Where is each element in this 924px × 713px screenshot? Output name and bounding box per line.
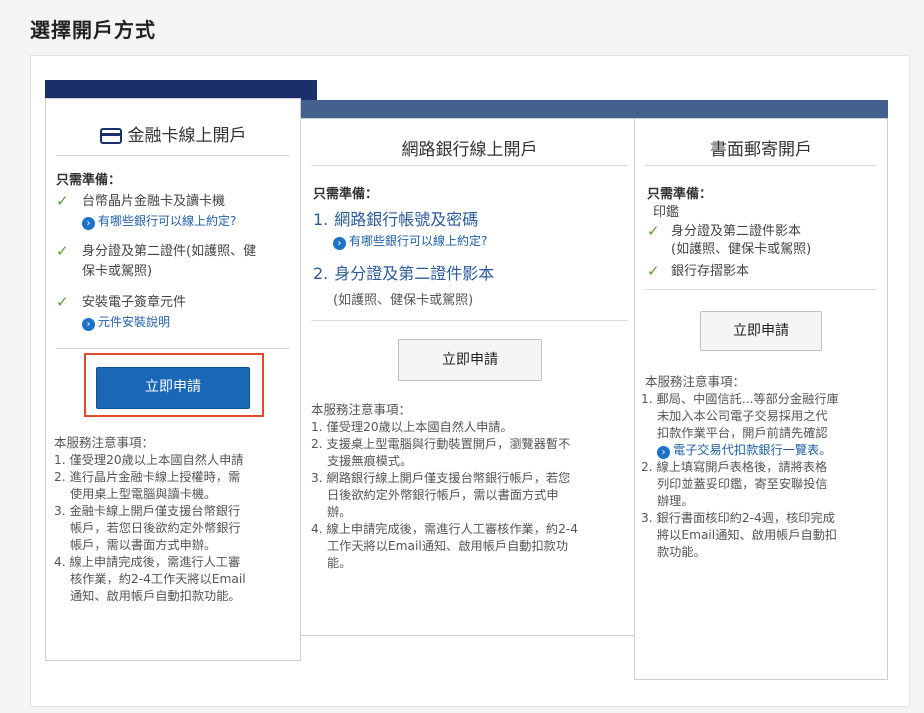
- prep-item: 印鑑: [653, 205, 680, 220]
- note-item: 2. 線上填寫開戶表格後，請將表格 列印並蓋妥印鑑，寄至安聯投信 辦理。: [641, 460, 828, 508]
- card-title: 金融卡線上開戶: [127, 126, 247, 146]
- link-banks-online[interactable]: › 有哪些銀行可以線上約定?: [333, 233, 487, 250]
- prep-item: 2. 身分證及第二證件影本: [313, 264, 495, 283]
- card-title-row: 金融卡線上開戶: [46, 121, 300, 149]
- arrow-right-circle-icon: ›: [333, 237, 346, 250]
- link-install-guide[interactable]: › 元件安裝說明: [82, 314, 170, 331]
- check-icon: ✓: [56, 242, 69, 260]
- prep-label: 只需準備：: [647, 187, 713, 202]
- prep-item: 保卡或駕照): [82, 264, 153, 279]
- divider: [56, 348, 290, 349]
- check-icon: ✓: [647, 222, 660, 240]
- divider: [311, 165, 628, 166]
- prep-item: 台幣晶片金融卡及讀卡機: [82, 194, 226, 209]
- note-item: 2. 支援桌上型電腦與行動裝置開戶，瀏覽器暫不 支援無痕模式。: [311, 437, 571, 468]
- card-title: 書面郵寄開戶: [710, 140, 812, 160]
- prep-label: 只需準備：: [56, 173, 122, 188]
- divider: [645, 289, 877, 290]
- card-icon: [99, 128, 122, 149]
- prep-item-sub: (如護照、健保卡或駕照): [333, 293, 474, 308]
- notes-list: 1. 郵局、中國信託...等部分金融行庫 未加入本公司電子交易採用之代 扣款作業…: [641, 391, 887, 561]
- arrow-right-circle-icon: ›: [82, 217, 95, 230]
- notes-title: 本服務注意事項：: [311, 402, 412, 417]
- note-item: 1. 僅受理20歲以上本國自然人申請: [54, 453, 244, 467]
- note-item: 1. 僅受理20歲以上本國自然人申請。: [311, 420, 513, 434]
- arrow-right-circle-icon: ›: [657, 446, 670, 459]
- link-banks-online[interactable]: › 有哪些銀行可以線上約定?: [82, 213, 236, 230]
- note-item: 3. 銀行書面核印約2-4週，核印完成 將以Email通知、啟用帳戶自動扣 款功…: [641, 511, 838, 559]
- divider: [311, 320, 628, 321]
- note-item: 1. 郵局、中國信託...等部分金融行庫 未加入本公司電子交易採用之代 扣款作業…: [641, 391, 887, 459]
- link-bank-list[interactable]: › 電子交易代扣款銀行一覽表。: [641, 442, 887, 459]
- top-band-blue: [300, 100, 888, 118]
- prep-item: 身分證及第二證件(如護照、健: [82, 244, 257, 259]
- apply-button-netbank[interactable]: 立即申請: [398, 339, 542, 381]
- check-icon: ✓: [647, 262, 660, 280]
- notes-title: 本服務注意事項：: [645, 374, 746, 389]
- page-title: 選擇開戶方式: [30, 18, 156, 42]
- card-paper-mail: 書面郵寄開戶 只需準備： 印鑑 ✓ 身分證及第二證件影本 (如護照、健保卡或駕照…: [634, 118, 888, 680]
- note-item: 2. 進行晶片金融卡線上授權時，需 使用桌上型電腦與讀卡機。: [54, 470, 241, 501]
- prep-item: 身分證及第二證件影本: [671, 224, 802, 239]
- note-item: 4. 線上申請完成後，需進行人工審核作業，約2-4 工作天將以Email通知、啟…: [311, 522, 578, 570]
- check-icon: ✓: [56, 293, 69, 311]
- card-title: 網路銀行線上開戶: [401, 140, 538, 160]
- divider: [56, 155, 290, 156]
- prep-item: 1. 網路銀行帳號及密碼: [313, 210, 479, 229]
- highlight-box: [84, 353, 264, 417]
- notes-list: 1. 僅受理20歲以上本國自然人申請。 2. 支援桌上型電腦與行動裝置開戶，瀏覽…: [311, 419, 637, 572]
- notes-list: 1. 僅受理20歲以上本國自然人申請 2. 進行晶片金融卡線上授權時，需 使用桌…: [54, 452, 298, 605]
- check-icon: ✓: [56, 192, 69, 210]
- prep-item: 銀行存摺影本: [671, 264, 750, 279]
- note-item: 4. 線上申請完成後，需進行人工審 核作業，約2-4工作天將以Email 通知、…: [54, 555, 246, 603]
- divider: [645, 165, 877, 166]
- notes-title: 本服務注意事項：: [54, 435, 155, 450]
- apply-button-paper[interactable]: 立即申請: [700, 311, 822, 351]
- note-item: 3. 網路銀行線上開戶僅支援台幣銀行帳戶，若您 日後欲約定外幣銀行帳戶，需以書面…: [311, 471, 571, 519]
- note-item: 3. 金融卡線上開戶僅支援台幣銀行 帳戶，若您日後欲約定外幣銀行 帳戶，需以書面…: [54, 504, 241, 552]
- prep-item: (如護照、健保卡或駕照): [671, 242, 812, 257]
- prep-label: 只需準備：: [313, 187, 379, 202]
- arrow-right-circle-icon: ›: [82, 318, 95, 331]
- prep-item: 安裝電子簽章元件: [82, 295, 187, 310]
